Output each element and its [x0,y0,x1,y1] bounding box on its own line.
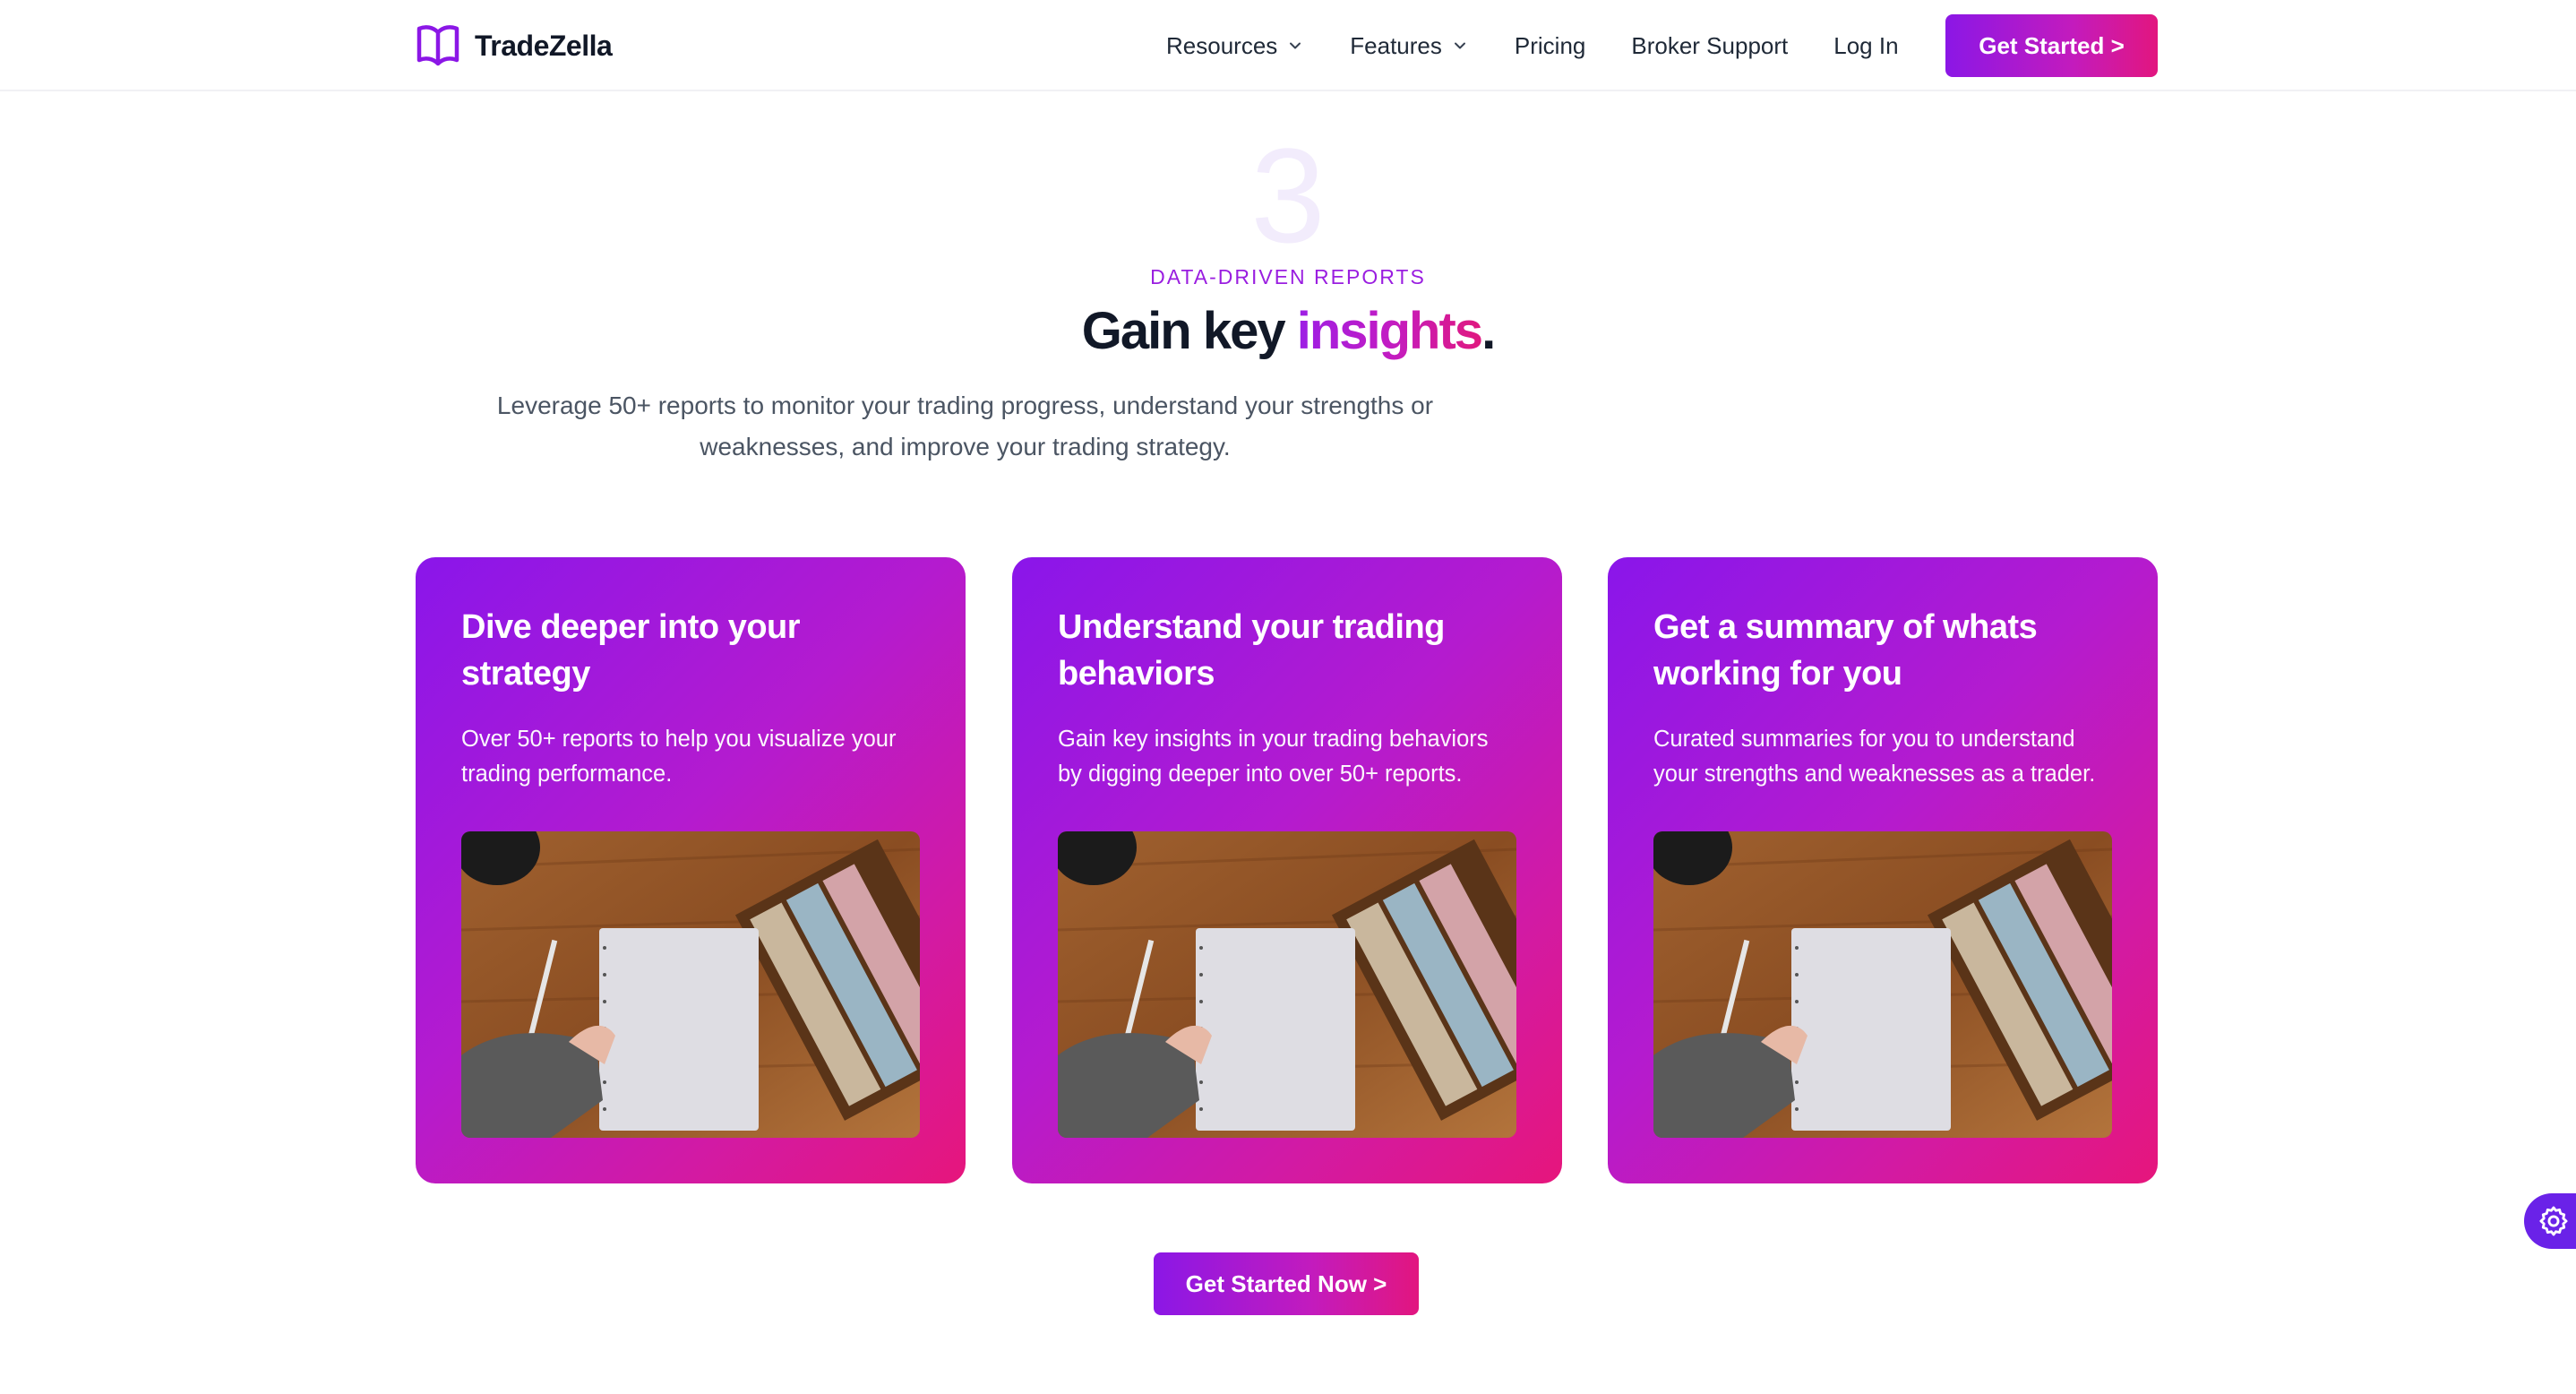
nav-item-label: Broker Support [1631,31,1789,59]
gear-icon [2539,1206,2568,1236]
logo[interactable]: TradeZella [416,23,613,68]
section-eyebrow: DATA-DRIVEN REPORTS [1150,265,1426,288]
notebook-desk-image [461,831,920,1138]
headline-plain: Gain key [1081,302,1297,360]
notebook-desk-image [1058,831,1516,1138]
card-title: Understand your trading behaviors [1058,608,1445,693]
page: TradeZella Resources Features Pricing Br… [0,0,2576,1394]
nav-item-label: Resources [1166,31,1278,59]
book-logo-icon [416,25,459,66]
nav-item-broker-support[interactable]: Broker Support [1631,32,1788,60]
notebook-desk-image [1653,831,2112,1138]
nav-item-pricing[interactable]: Pricing [1515,32,1585,60]
chevron-down-icon [1290,42,1301,49]
settings-widget-button[interactable] [2524,1193,2576,1249]
nav-item-label: Log In [1833,31,1899,59]
get-started-button[interactable]: Get Started > [1945,14,2158,77]
card-title: Get a summary of whats working for you [1653,608,2038,693]
nav-item-label: Features [1350,31,1442,59]
feature-card: Get a summary of whats working for you C… [1608,557,2158,1183]
headline-accent: insights [1296,302,1483,360]
top-navbar: TradeZella Resources Features Pricing Br… [0,0,2576,91]
nav-item-resources[interactable]: Resources [1166,32,1304,60]
chevron-down-icon [1454,42,1465,49]
nav-item-log-in[interactable]: Log In [1833,32,1898,60]
headline-end: . [1481,302,1496,360]
card-title: Dive deeper into your strategy [461,608,801,693]
section-headline: Gain key insights. [0,301,2576,361]
get-started-now-button[interactable]: Get Started Now > [1154,1252,1419,1315]
step-number: 3 [1250,120,1326,271]
nav-item-features[interactable]: Features [1350,32,1469,60]
feature-card: Dive deeper into your strategy Over 50+ … [416,557,966,1183]
nav-item-label: Pricing [1514,31,1586,59]
card-description: Curated summaries for you to understand … [1653,727,2096,787]
brand-name: TradeZella [475,29,613,62]
card-description: Over 50+ reports to help you visualize y… [461,727,897,787]
feature-card: Understand your trading behaviors Gain k… [1012,557,1562,1183]
card-description: Gain key insights in your trading behavi… [1058,727,1489,787]
nav-links: Resources Features Pricing Broker Suppor… [1166,0,1944,91]
section-lead: Leverage 50+ reports to monitor your tra… [496,392,1434,460]
